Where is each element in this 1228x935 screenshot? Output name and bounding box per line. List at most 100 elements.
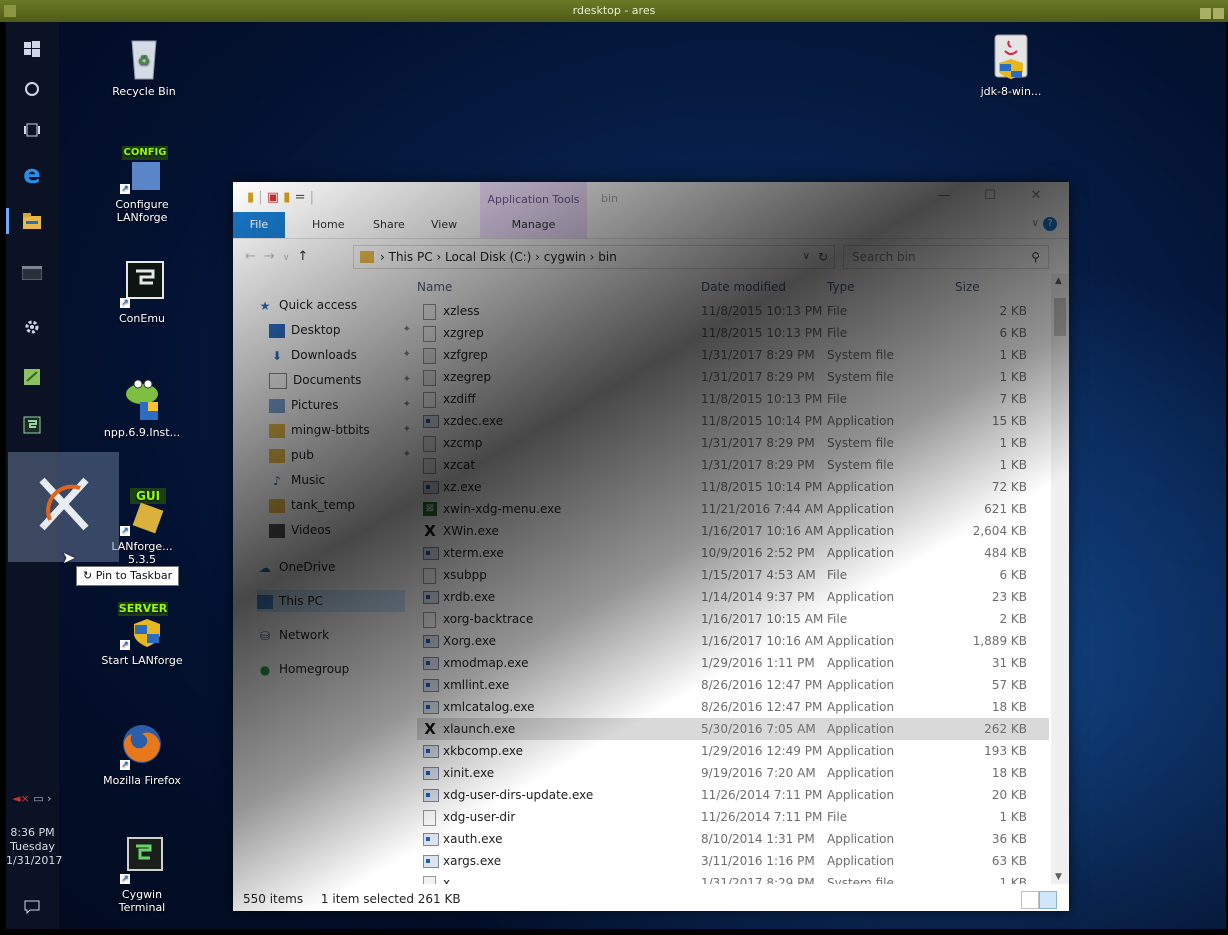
file-row[interactable]: xzcmp 1/31/2017 8:29 PM System file 1 KB bbox=[417, 432, 1049, 454]
minimize-button[interactable]: — bbox=[921, 188, 967, 203]
file-row[interactable]: xrdb.exe 1/14/2014 9:37 PM Application 23 K… bbox=[417, 586, 1049, 608]
scrollbar-thumb[interactable] bbox=[1054, 298, 1066, 336]
pin-icon[interactable]: ✦ bbox=[403, 369, 411, 391]
nav-this-pc[interactable]: This PC bbox=[257, 590, 405, 612]
scroll-down-arrow-icon[interactable]: ▼ bbox=[1055, 872, 1062, 882]
column-header-type[interactable]: Type bbox=[827, 280, 855, 298]
tab-file[interactable]: File bbox=[233, 212, 285, 238]
desktop-icon-conemu[interactable]: ↗ ConEmu bbox=[97, 260, 187, 325]
breadcrumb-this-pc[interactable]: This PC bbox=[389, 250, 433, 264]
pin-icon[interactable]: ✦ bbox=[403, 319, 411, 341]
conemu-taskbar-icon[interactable] bbox=[19, 412, 45, 438]
properties-icon[interactable]: ▣ bbox=[267, 190, 279, 205]
settings-gear-icon[interactable] bbox=[19, 314, 45, 340]
nav-music[interactable]: ♪ Music bbox=[269, 469, 417, 491]
breadcrumb-local-disk[interactable]: Local Disk (C:) bbox=[445, 250, 531, 264]
file-row[interactable]: xzless 11/8/2015 10:13 PM File 2 KB bbox=[417, 300, 1049, 322]
large-icons-view-button[interactable] bbox=[1021, 891, 1039, 909]
rdesktop-menu-button[interactable] bbox=[4, 5, 16, 17]
pin-icon[interactable]: ✦ bbox=[403, 444, 411, 466]
volume-muted-icon[interactable]: ◄× bbox=[12, 792, 30, 805]
scroll-up-arrow-icon[interactable]: ▲ bbox=[1055, 276, 1062, 286]
pin-icon[interactable]: ✦ bbox=[403, 344, 411, 366]
task-view-icon[interactable] bbox=[19, 117, 45, 143]
help-icon[interactable]: ? bbox=[1043, 217, 1057, 231]
notepad-app-icon[interactable] bbox=[19, 364, 45, 390]
nav-mingw-btbits[interactable]: mingw-btbits ✦ bbox=[269, 419, 417, 441]
maximize-button[interactable]: ☐ bbox=[967, 188, 1013, 203]
file-row[interactable]: xauth.exe 8/10/2014 1:31 PM Application 36 … bbox=[417, 828, 1049, 850]
search-input[interactable]: Search bin ⚲ bbox=[843, 245, 1049, 269]
nav-tank-temp[interactable]: tank_temp bbox=[269, 494, 417, 516]
file-row[interactable]: xmlcatalog.exe 8/26/2016 12:47 PM Applicat… bbox=[417, 696, 1049, 718]
file-row[interactable]: x 1/31/2017 8:29 PM System file 1 KB bbox=[417, 872, 1049, 884]
windows-start-icon[interactable] bbox=[19, 36, 45, 62]
explorer-titlebar[interactable]: ▮ | ▣ ▮ = | Application Tools bin — ☐ ✕ bbox=[233, 182, 1069, 214]
nav-onedrive[interactable]: ☁ OneDrive bbox=[257, 556, 405, 578]
breadcrumb-cygwin[interactable]: cygwin bbox=[544, 250, 586, 264]
desktop-icon-recycle-bin[interactable]: ♻ Recycle Bin bbox=[99, 33, 189, 98]
desktop-icon-firefox[interactable]: ↗ Mozilla Firefox bbox=[97, 722, 187, 787]
nav-desktop[interactable]: Desktop ✦ bbox=[269, 319, 417, 341]
file-row[interactable]: Xorg.exe 1/16/2017 10:16 AM Application 1,8… bbox=[417, 630, 1049, 652]
file-row[interactable]: xinit.exe 9/19/2016 7:20 AM Application 18 … bbox=[417, 762, 1049, 784]
back-arrow-icon[interactable]: ← bbox=[245, 249, 264, 264]
desktop-icon-jdk-installer[interactable]: jdk-8-win... bbox=[966, 33, 1056, 98]
close-button[interactable]: ✕ bbox=[1013, 188, 1059, 203]
file-row[interactable]: xargs.exe 3/11/2016 1:16 PM Application 63 … bbox=[417, 850, 1049, 872]
details-view-button[interactable] bbox=[1039, 891, 1057, 909]
forward-arrow-icon[interactable]: → bbox=[264, 249, 283, 264]
column-header-name[interactable]: Name bbox=[417, 280, 452, 298]
breadcrumb-bin[interactable]: bin bbox=[598, 250, 617, 264]
file-row[interactable]: xdg-user-dir 11/26/2014 7:11 PM File 1 KB bbox=[417, 806, 1049, 828]
tab-share[interactable]: Share bbox=[373, 218, 405, 231]
nav-network[interactable]: ⛁ Network bbox=[257, 624, 405, 646]
nav-pub[interactable]: pub ✦ bbox=[269, 444, 417, 466]
file-row[interactable]: xkbcomp.exe 1/29/2016 12:49 PM Application… bbox=[417, 740, 1049, 762]
rdesktop-close-button[interactable] bbox=[1213, 8, 1224, 19]
vertical-scrollbar[interactable]: ▲ ▼ bbox=[1051, 274, 1069, 884]
address-dropdown-icon[interactable]: ∨ bbox=[803, 246, 810, 268]
file-row[interactable]: xzcat 1/31/2017 8:29 PM System file 1 KB bbox=[417, 454, 1049, 476]
pin-icon[interactable]: ✦ bbox=[403, 419, 411, 441]
file-row[interactable]: Xxlaunch.exe 5/30/2016 7:05 AM Application… bbox=[417, 718, 1049, 740]
file-row[interactable]: xterm.exe 10/9/2016 2:52 PM Application 484… bbox=[417, 542, 1049, 564]
nav-downloads[interactable]: ⬇ Downloads ✦ bbox=[269, 344, 417, 366]
desktop-icon-cygwin-terminal[interactable]: ↗ Cygwin Terminal bbox=[97, 836, 187, 914]
file-row[interactable]: ⊠ xwin-xdg-menu.exe 11/21/2016 7:44 AM Appl… bbox=[417, 498, 1049, 520]
qat-dropdown-icon[interactable]: = bbox=[295, 190, 306, 205]
new-folder-icon[interactable]: ▮ bbox=[283, 190, 290, 205]
file-row[interactable]: xzdec.exe 11/8/2015 10:14 PM Application 15… bbox=[417, 410, 1049, 432]
column-header-date[interactable]: Date modified bbox=[701, 280, 786, 298]
file-row[interactable]: xzgrep 11/8/2015 10:13 PM File 6 KB bbox=[417, 322, 1049, 344]
ribbon-expand-chevron-icon[interactable]: ∨ bbox=[1032, 218, 1039, 229]
file-row[interactable]: xzfgrep 1/31/2017 8:29 PM System file 1 KB bbox=[417, 344, 1049, 366]
nav-documents[interactable]: Documents ✦ bbox=[269, 369, 417, 391]
dragged-item-xlaunch[interactable] bbox=[8, 452, 119, 562]
tray-chevron-icon[interactable]: › bbox=[47, 792, 51, 805]
file-row[interactable]: xdg-user-dirs-update.exe 11/26/2014 7:11 … bbox=[417, 784, 1049, 806]
nav-pictures[interactable]: Pictures ✦ bbox=[269, 394, 417, 416]
quick-access-toolbar[interactable]: ▮ | ▣ ▮ = | bbox=[247, 190, 314, 205]
tab-view[interactable]: View bbox=[431, 218, 457, 231]
edge-browser-icon[interactable]: e bbox=[19, 160, 45, 190]
file-row[interactable]: X XWin.exe 1/16/2017 10:16 AM Application 2,… bbox=[417, 520, 1049, 542]
tab-home[interactable]: Home bbox=[312, 218, 344, 231]
address-bar[interactable]: › This PC › Local Disk (C:) › cygwin › b… bbox=[353, 245, 835, 269]
taskbar-clock[interactable]: 8:36 PM Tuesday 1/31/2017 bbox=[6, 826, 62, 868]
file-row[interactable]: xzdiff 11/8/2015 10:13 PM File 7 KB bbox=[417, 388, 1049, 410]
tab-manage[interactable]: Manage bbox=[480, 212, 587, 238]
desktop-icon-npp-installer[interactable]: npp.6.9.Inst... bbox=[97, 374, 187, 439]
file-row[interactable]: xmllint.exe 8/26/2016 12:47 PM Application… bbox=[417, 674, 1049, 696]
nav-quick-access[interactable]: ★ Quick access bbox=[257, 294, 405, 316]
file-row[interactable]: xsubpp 1/15/2017 4:53 AM File 6 KB bbox=[417, 564, 1049, 586]
nav-videos[interactable]: Videos bbox=[269, 519, 417, 541]
pin-icon[interactable]: ✦ bbox=[403, 394, 411, 416]
cortana-search-icon[interactable] bbox=[19, 76, 45, 102]
network-tray-icon[interactable]: ▭ bbox=[33, 792, 43, 805]
action-center-icon[interactable] bbox=[19, 894, 45, 920]
desktop-icon-configure-lanforge[interactable]: CONFIG ↗ Configure LANforge bbox=[97, 146, 187, 224]
file-row[interactable]: xzegrep 1/31/2017 8:29 PM System file 1 KB bbox=[417, 366, 1049, 388]
file-row[interactable]: xmodmap.exe 1/29/2016 1:11 PM Application 3… bbox=[417, 652, 1049, 674]
file-list[interactable]: Name Date modified Type Size xzless 11/8/… bbox=[417, 274, 1049, 884]
